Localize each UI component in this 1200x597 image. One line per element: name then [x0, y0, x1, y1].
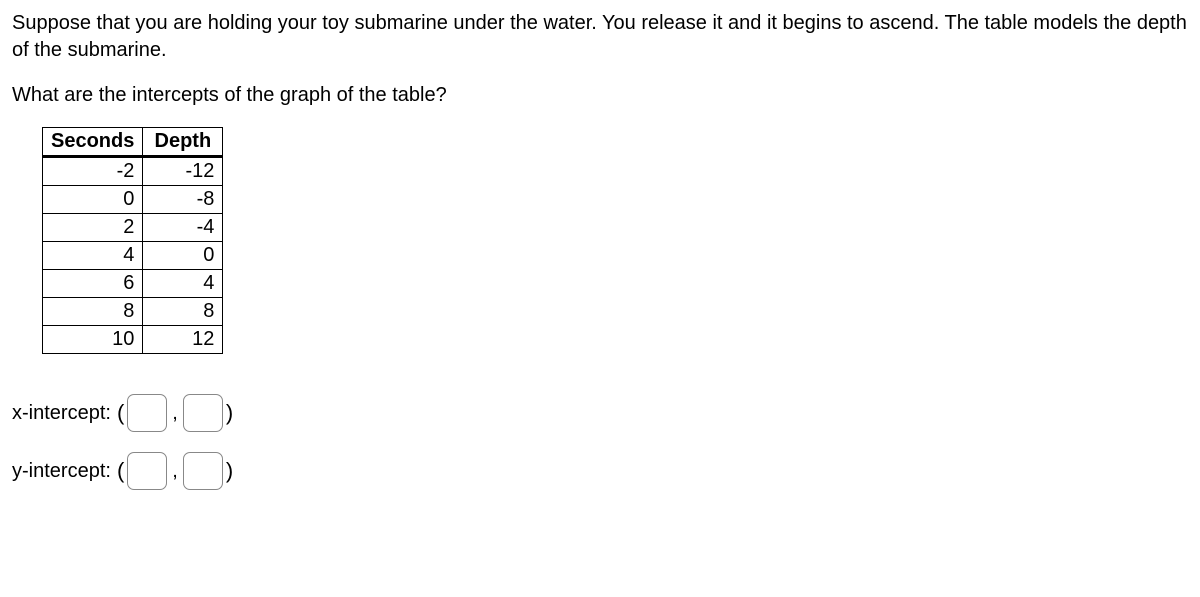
cell-depth: -12 [143, 157, 223, 186]
cell-depth: -4 [143, 214, 223, 242]
cell-seconds: 0 [43, 186, 143, 214]
x-intercept-input-2[interactable] [183, 394, 223, 432]
table-header-depth: Depth [143, 128, 223, 157]
cell-seconds: 4 [43, 242, 143, 270]
y-intercept-row: y-intercept: ( , ) [12, 452, 1188, 490]
cell-seconds: -2 [43, 157, 143, 186]
cell-depth: -8 [143, 186, 223, 214]
y-intercept-label: y-intercept: [12, 460, 111, 483]
table-row: 10 12 [43, 326, 223, 354]
close-paren: ) [226, 458, 233, 484]
cell-depth: 0 [143, 242, 223, 270]
data-table: Seconds Depth -2 -12 0 -8 2 -4 4 0 6 4 8… [42, 127, 223, 354]
comma: , [172, 402, 178, 425]
x-intercept-label: x-intercept: [12, 402, 111, 425]
close-paren: ) [226, 400, 233, 426]
cell-seconds: 2 [43, 214, 143, 242]
cell-depth: 12 [143, 326, 223, 354]
table-row: -2 -12 [43, 157, 223, 186]
x-intercept-input-1[interactable] [127, 394, 167, 432]
table-row: 0 -8 [43, 186, 223, 214]
y-intercept-input-1[interactable] [127, 452, 167, 490]
cell-depth: 8 [143, 298, 223, 326]
x-intercept-row: x-intercept: ( , ) [12, 394, 1188, 432]
cell-depth: 4 [143, 270, 223, 298]
table-row: 4 0 [43, 242, 223, 270]
cell-seconds: 8 [43, 298, 143, 326]
y-intercept-input-2[interactable] [183, 452, 223, 490]
open-paren: ( [117, 400, 124, 426]
question-text: What are the intercepts of the graph of … [12, 82, 1188, 109]
table-row: 2 -4 [43, 214, 223, 242]
table-header-seconds: Seconds [43, 128, 143, 157]
table-row: 8 8 [43, 298, 223, 326]
cell-seconds: 6 [43, 270, 143, 298]
table-row: 6 4 [43, 270, 223, 298]
comma: , [172, 460, 178, 483]
problem-prompt: Suppose that you are holding your toy su… [12, 10, 1188, 64]
cell-seconds: 10 [43, 326, 143, 354]
open-paren: ( [117, 458, 124, 484]
